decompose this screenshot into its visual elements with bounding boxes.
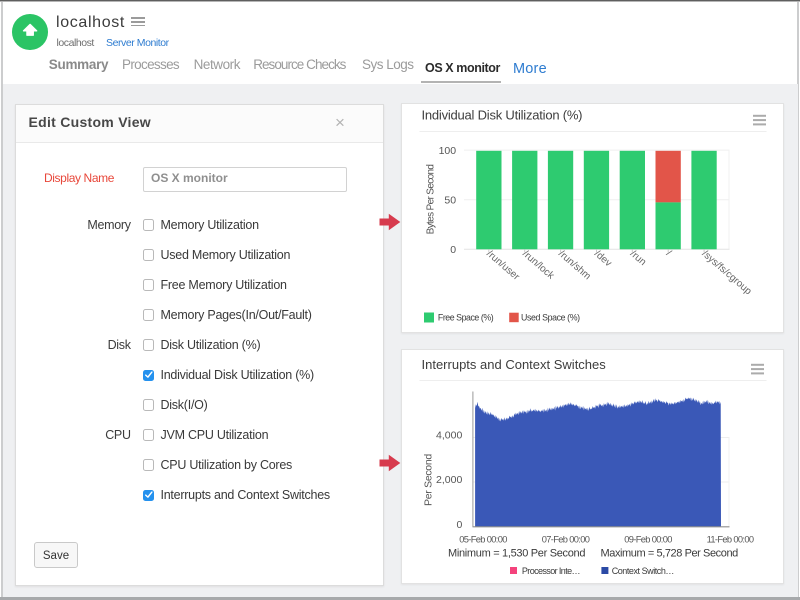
svg-text:/run/lock: /run/lock bbox=[520, 248, 556, 282]
svg-text:09-Feb 00:00: 09-Feb 00:00 bbox=[624, 535, 672, 545]
svg-text:/run/user: /run/user bbox=[484, 248, 522, 283]
svg-text:Free Space (%): Free Space (%) bbox=[437, 312, 493, 322]
svg-text:Interrupts and Context Switche: Interrupts and Context Switches bbox=[421, 357, 606, 372]
svg-text:11-Feb 00:00: 11-Feb 00:00 bbox=[706, 535, 753, 545]
svg-text:/run/shm: /run/shm bbox=[556, 248, 593, 282]
svg-text:05-Feb 00:00: 05-Feb 00:00 bbox=[459, 535, 507, 545]
svg-text:Context Switch…: Context Switch… bbox=[611, 566, 673, 576]
svg-text:50: 50 bbox=[444, 194, 456, 206]
svg-text:/: / bbox=[663, 248, 672, 258]
svg-text:Maximum = 5,728 Per Second: Maximum = 5,728 Per Second bbox=[600, 548, 738, 560]
svg-text:/dev: /dev bbox=[592, 248, 613, 269]
svg-text:07-Feb 00:00: 07-Feb 00:00 bbox=[541, 535, 589, 545]
svg-text:0: 0 bbox=[456, 519, 462, 531]
svg-text:Used Space (%): Used Space (%) bbox=[521, 312, 580, 322]
svg-text:100: 100 bbox=[438, 144, 456, 156]
svg-text:Bytes Per Second: Bytes Per Second bbox=[425, 164, 436, 234]
svg-text:Individual Disk Utilization (%: Individual Disk Utilization (%) bbox=[421, 107, 582, 122]
svg-text:0: 0 bbox=[450, 243, 456, 255]
svg-text:4,000: 4,000 bbox=[436, 430, 462, 442]
svg-text:Minimum = 1,530 Per Second: Minimum = 1,530 Per Second bbox=[448, 548, 585, 560]
svg-text:/run: /run bbox=[627, 248, 647, 268]
svg-text:2,000: 2,000 bbox=[436, 474, 462, 486]
svg-text:/sys/fs/cgroup: /sys/fs/cgroup bbox=[699, 248, 753, 297]
svg-text:Per Second: Per Second bbox=[422, 454, 434, 506]
svg-text:Processor Inte…: Processor Inte… bbox=[521, 566, 579, 576]
